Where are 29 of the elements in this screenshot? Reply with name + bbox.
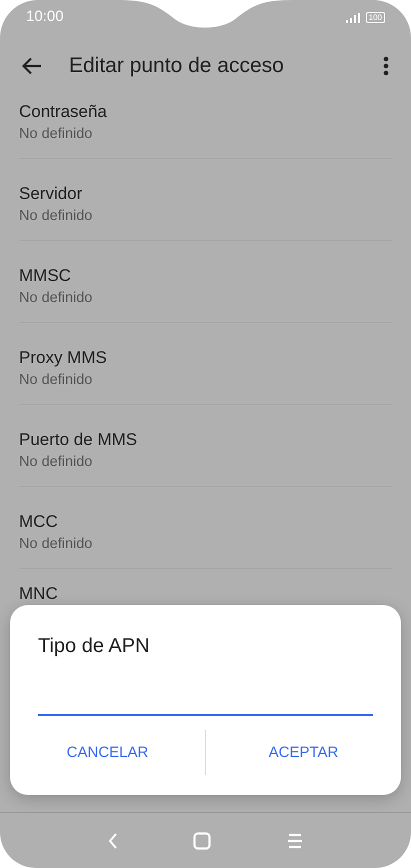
battery-indicator: 100 bbox=[366, 12, 385, 24]
setting-title: Contraseña bbox=[19, 100, 107, 123]
setting-value: No definido bbox=[19, 288, 92, 308]
setting-value: No definido bbox=[19, 452, 94, 472]
more-icon[interactable] bbox=[383, 56, 389, 76]
setting-value: No definido bbox=[19, 124, 94, 144]
setting-title: MCC bbox=[19, 510, 59, 533]
setting-item[interactable]: MNC bbox=[19, 568, 58, 605]
setting-value: No definido bbox=[19, 534, 92, 554]
setting-item[interactable]: MCC No definido bbox=[19, 486, 92, 554]
setting-value: No definido bbox=[19, 206, 92, 226]
dialog-button[interactable]: CANCELAR bbox=[10, 730, 205, 775]
setting-item[interactable]: Servidor No definido bbox=[19, 158, 92, 226]
setting-title: Puerto de MMS bbox=[19, 428, 138, 451]
setting-title: MNC bbox=[19, 582, 58, 605]
back-icon[interactable] bbox=[22, 56, 42, 75]
setting-title: Proxy MMS bbox=[19, 346, 107, 369]
signal-icon bbox=[346, 12, 360, 23]
setting-item[interactable]: Puerto de MMS No definido bbox=[19, 404, 138, 472]
setting-item[interactable]: MMSC No definido bbox=[19, 240, 92, 308]
setting-title: Servidor bbox=[19, 182, 84, 205]
setting-value: No definido bbox=[19, 370, 94, 390]
dialog-button[interactable]: ACEPTAR bbox=[205, 730, 401, 775]
setting-item[interactable]: Proxy MMS No definido bbox=[19, 322, 107, 390]
setting-item[interactable]: Contraseña No definido bbox=[19, 96, 107, 144]
page-title: Editar punto de acceso bbox=[69, 54, 285, 78]
setting-title: MMSC bbox=[19, 264, 72, 287]
dialog-title: Tipo de APN bbox=[38, 635, 151, 658]
status-time: 10:00 bbox=[26, 8, 64, 26]
